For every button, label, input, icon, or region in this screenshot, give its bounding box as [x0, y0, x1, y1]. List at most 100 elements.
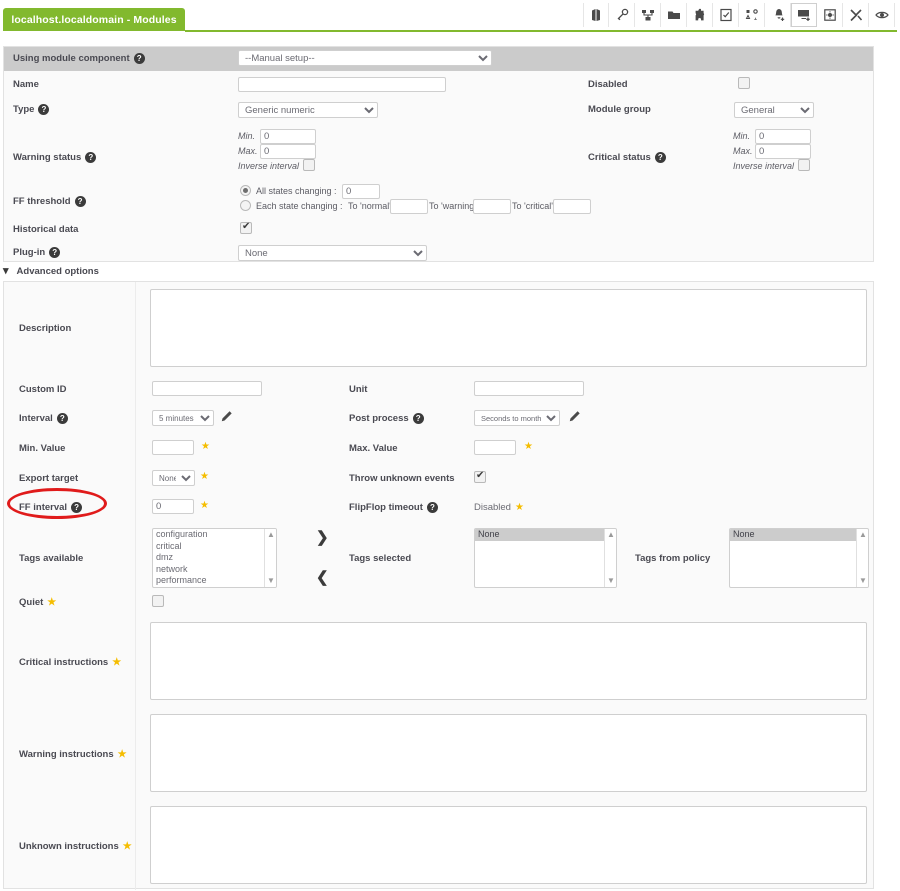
- scroll-up-icon[interactable]: ▲: [859, 531, 867, 539]
- help-icon[interactable]: ?: [426, 502, 438, 513]
- page-title-tab[interactable]: localhost.localdomain - Modules: [3, 8, 185, 31]
- ff-to-warning-input[interactable]: [473, 199, 511, 214]
- quiet-checkbox[interactable]: [152, 595, 164, 607]
- scroll-down-icon[interactable]: ▼: [267, 577, 275, 585]
- export-target-select[interactable]: None: [152, 470, 195, 486]
- module-main-form-panel: Using module component ? --Manual setup-…: [3, 46, 874, 262]
- advanced-options-label: Advanced options: [16, 266, 99, 277]
- scroll-up-icon[interactable]: ▲: [607, 531, 615, 539]
- warning-inverse-checkbox[interactable]: [303, 159, 315, 171]
- ff-each-state-label: Each state changing :: [256, 201, 343, 211]
- network-map-icon[interactable]: [635, 3, 661, 27]
- list-item[interactable]: dmz: [153, 552, 276, 564]
- listbox-scrollbar[interactable]: ▲ ▼: [604, 529, 616, 587]
- min-value-input[interactable]: [152, 440, 194, 455]
- add-tag-button[interactable]: ❯: [316, 530, 329, 545]
- type-select[interactable]: Generic numeric: [238, 102, 378, 118]
- advanced-options-toggle[interactable]: ▾ Advanced options: [3, 266, 99, 278]
- list-item[interactable]: performance: [153, 575, 276, 587]
- ff-to-critical-input[interactable]: [553, 199, 591, 214]
- flipflop-timeout-value: Disabled ★: [474, 501, 524, 513]
- alert-add-icon[interactable]: [765, 3, 791, 27]
- critical-max-input[interactable]: [755, 144, 811, 159]
- tags-selected-listbox[interactable]: None ▲ ▼: [474, 528, 617, 588]
- name-input[interactable]: [238, 77, 446, 92]
- ff-all-states-input[interactable]: [342, 184, 380, 199]
- help-icon[interactable]: ?: [38, 104, 50, 115]
- list-item[interactable]: None: [730, 529, 868, 541]
- help-icon[interactable]: ?: [49, 247, 61, 258]
- critical-instructions-textarea[interactable]: [150, 622, 867, 700]
- help-icon[interactable]: ?: [654, 152, 666, 163]
- warning-instructions-textarea[interactable]: [150, 714, 867, 792]
- policy-star-icon: ★: [514, 501, 524, 513]
- scroll-down-icon[interactable]: ▼: [607, 577, 615, 585]
- collections-icon[interactable]: [739, 3, 765, 27]
- list-item[interactable]: network: [153, 564, 276, 576]
- ff-threshold-label: FF threshold ?: [13, 196, 86, 207]
- help-icon[interactable]: ?: [74, 196, 86, 207]
- critical-inverse-checkbox[interactable]: [798, 159, 810, 171]
- help-icon[interactable]: ?: [85, 152, 97, 163]
- post-process-select[interactable]: Seconds to months: [474, 410, 560, 426]
- help-icon[interactable]: ?: [133, 53, 145, 64]
- export-target-label: Export target: [19, 473, 79, 484]
- interval-edit-pencil-icon[interactable]: [220, 410, 233, 428]
- gear-box-icon[interactable]: [817, 3, 843, 27]
- module-group-select[interactable]: General: [734, 102, 814, 118]
- min-value-label: Min. Value: [19, 443, 66, 454]
- help-icon[interactable]: ?: [71, 502, 83, 513]
- using-module-component-select[interactable]: --Manual setup--: [238, 50, 492, 66]
- warning-max-input[interactable]: [260, 144, 316, 159]
- critical-min-input[interactable]: [755, 129, 811, 144]
- critical-inverse-label: Inverse interval: [733, 161, 795, 171]
- help-icon[interactable]: ?: [412, 413, 424, 424]
- list-item[interactable]: None: [475, 529, 616, 541]
- interval-select[interactable]: 5 minutes: [152, 410, 214, 426]
- ff-to-normal-input[interactable]: [390, 199, 428, 214]
- description-textarea[interactable]: [150, 289, 867, 367]
- monitor-add-icon[interactable]: [791, 3, 817, 27]
- custom-id-input[interactable]: [152, 381, 262, 396]
- max-value-label: Max. Value: [349, 443, 398, 454]
- list-item[interactable]: configuration: [153, 529, 276, 541]
- checklist-icon[interactable]: [713, 3, 739, 27]
- tags-available-listbox[interactable]: configuration critical dmz network perfo…: [152, 528, 277, 588]
- unknown-instructions-textarea[interactable]: [150, 806, 867, 884]
- listbox-scrollbar[interactable]: ▲ ▼: [264, 529, 276, 587]
- listbox-scrollbar[interactable]: ▲ ▼: [856, 529, 868, 587]
- flipflop-timeout-label: FlipFlop timeout ?: [349, 502, 438, 513]
- help-icon[interactable]: ?: [56, 413, 68, 424]
- puzzle-icon[interactable]: [687, 3, 713, 27]
- unit-input[interactable]: [474, 381, 584, 396]
- module-group-label: Module group: [588, 104, 651, 115]
- eye-icon[interactable]: [869, 3, 895, 27]
- throw-unknown-events-checkbox[interactable]: [474, 470, 486, 483]
- remove-tag-button[interactable]: ❮: [316, 570, 329, 585]
- plugin-select[interactable]: None: [238, 245, 427, 261]
- policy-star-icon: ★: [112, 656, 122, 668]
- key-icon[interactable]: [609, 3, 635, 27]
- page-root: localhost.localdomain - Modules Using mo…: [0, 0, 900, 891]
- scroll-down-icon[interactable]: ▼: [859, 577, 867, 585]
- ff-all-states-radio[interactable]: [240, 185, 251, 196]
- folder-icon[interactable]: [661, 3, 687, 27]
- ff-interval-label: FF interval ?: [19, 502, 83, 513]
- book-icon[interactable]: [583, 3, 609, 27]
- tools-icon[interactable]: [843, 3, 869, 27]
- ff-interval-input[interactable]: [152, 499, 194, 514]
- scroll-up-icon[interactable]: ▲: [267, 531, 275, 539]
- name-label: Name: [13, 79, 39, 90]
- post-process-edit-pencil-icon[interactable]: [568, 410, 581, 428]
- interval-label: Interval ?: [19, 413, 68, 424]
- tags-from-policy-listbox[interactable]: None ▲ ▼: [729, 528, 869, 588]
- max-value-input[interactable]: [474, 440, 516, 455]
- historical-data-label: Historical data: [13, 224, 79, 235]
- ff-each-state-radio[interactable]: [240, 200, 251, 211]
- list-item[interactable]: critical: [153, 541, 276, 553]
- critical-status-label: Critical status ?: [588, 152, 666, 163]
- disabled-checkbox[interactable]: [738, 77, 750, 89]
- tags-available-label: Tags available: [19, 553, 84, 564]
- warning-min-input[interactable]: [260, 129, 316, 144]
- historical-data-checkbox[interactable]: [240, 221, 252, 234]
